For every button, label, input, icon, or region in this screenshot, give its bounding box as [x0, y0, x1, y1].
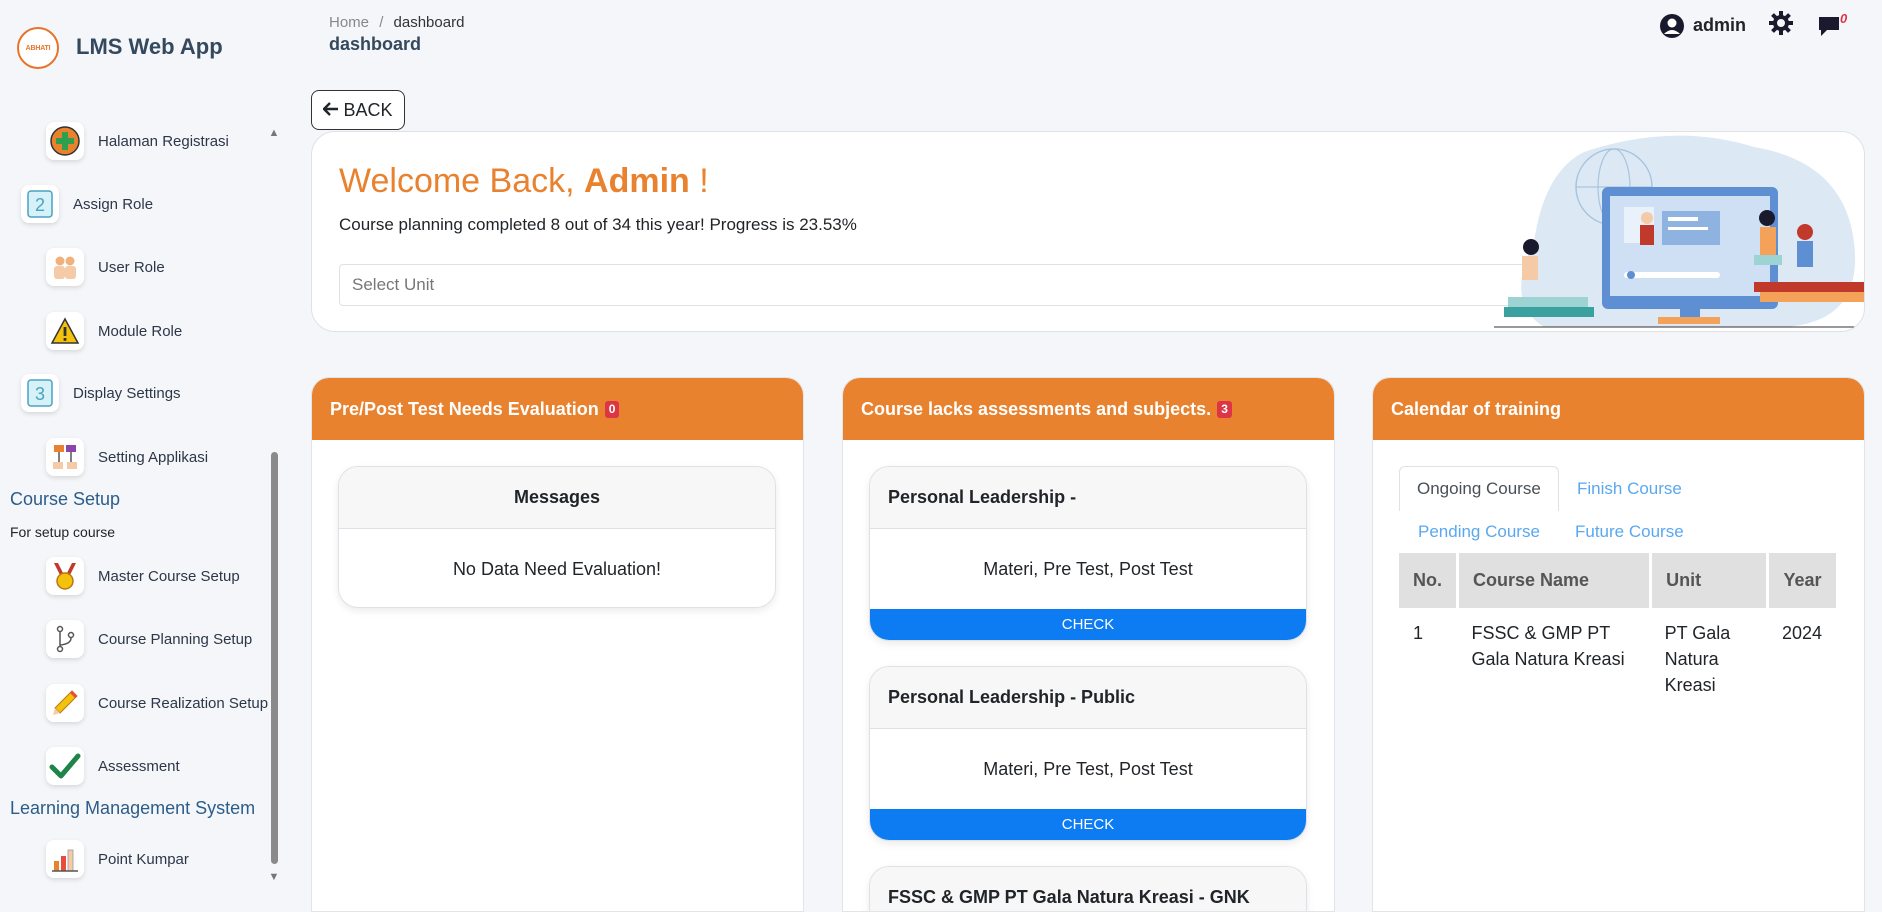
- welcome-heading: Welcome Back, Admin !: [339, 162, 709, 200]
- sidebar-item-assign-role[interactable]: 2 Assign Role: [21, 185, 153, 223]
- messages-card: Messages No Data Need Evaluation!: [338, 466, 776, 608]
- sidebar-item-setting-applikasi[interactable]: Setting Applikasi: [46, 438, 208, 476]
- training-calendar-table: No. Course Name Unit Year 1 FSSC & GMP P…: [1399, 553, 1836, 710]
- tab-finish-course[interactable]: Finish Course: [1577, 479, 1682, 499]
- top-right-toolbar: admin 0: [1659, 10, 1847, 41]
- sidebar-item-course-realization-setup[interactable]: Course Realization Setup: [46, 684, 268, 722]
- cell-year: 2024: [1781, 623, 1822, 643]
- app-title: LMS Web App: [76, 34, 223, 59]
- breadcrumb: Home / dashboard: [329, 14, 464, 31]
- section-title-lms: Learning Management System: [10, 798, 256, 818]
- pencil-icon: [46, 684, 84, 722]
- checkmark-icon: [46, 747, 84, 785]
- number-2-icon: 2: [21, 185, 59, 223]
- tab-future-course[interactable]: Future Course: [1575, 522, 1684, 542]
- sitemap-icon: [46, 438, 84, 476]
- notification-icon: [1819, 16, 1839, 36]
- tab-pending-course[interactable]: Pending Course: [1418, 522, 1540, 542]
- sidebar-item-assessment[interactable]: Assessment: [46, 747, 180, 785]
- column-header-year[interactable]: Year: [1767, 553, 1836, 608]
- sidebar-scrollbar[interactable]: [271, 452, 278, 864]
- e-learning-illustration: [1494, 135, 1864, 328]
- sidebar-item-course-planning-setup[interactable]: Course Planning Setup: [46, 620, 252, 658]
- breadcrumb-current: dashboard: [393, 14, 465, 31]
- branch-icon: [46, 620, 84, 658]
- cell-course-name: FSSC & GMP PT Gala Natura Kreasi: [1471, 623, 1625, 669]
- evaluation-panel: Pre/Post Test Needs Evaluation 0 Message…: [311, 377, 804, 912]
- warning-icon: [46, 312, 84, 350]
- arrow-left-icon: [322, 100, 339, 121]
- tab-ongoing-course[interactable]: Ongoing Course: [1399, 466, 1559, 511]
- breadcrumb-home-link[interactable]: Home: [329, 14, 369, 31]
- course-card-title: Personal Leadership - Public: [870, 667, 1306, 729]
- cell-unit: PT Gala Natura Kreasi: [1664, 623, 1731, 695]
- svg-text:3: 3: [35, 384, 45, 404]
- sidebar: ABHATI LMS Web App ▲ ▼ Halaman Registras…: [0, 0, 288, 912]
- course-lacks-panel-header: Course lacks assessments and subjects. 3: [843, 378, 1334, 440]
- column-header-course-name[interactable]: Course Name: [1457, 553, 1653, 608]
- cell-no: 1: [1413, 623, 1424, 643]
- course-card: Personal Leadership - Materi, Pre Test, …: [869, 466, 1307, 641]
- breadcrumb-separator: /: [379, 14, 384, 31]
- section-title-course-setup: Course Setup: [10, 489, 121, 509]
- sidebar-item-halaman-registrasi[interactable]: Halaman Registrasi: [46, 122, 229, 160]
- plus-circle-icon: [46, 122, 84, 160]
- notification-count: 0: [1840, 10, 1848, 26]
- course-card-title: FSSC & GMP PT Gala Natura Kreasi - GNK: [870, 867, 1306, 911]
- progress-text: Course planning completed 8 out of 34 th…: [339, 215, 857, 234]
- evaluation-panel-header: Pre/Post Test Needs Evaluation 0: [312, 378, 803, 440]
- number-3-icon: 3: [21, 374, 59, 412]
- course-lacks-count-badge: 3: [1217, 400, 1232, 418]
- evaluation-count-badge: 0: [604, 400, 620, 418]
- check-button[interactable]: CHECK: [870, 809, 1306, 840]
- course-card-title: Personal Leadership -: [870, 467, 1306, 529]
- calendar-panel-header: Calendar of training: [1373, 378, 1864, 440]
- welcome-card: Welcome Back, Admin ! Course planning co…: [311, 131, 1865, 332]
- column-header-unit[interactable]: Unit: [1650, 553, 1770, 608]
- back-button[interactable]: BACK: [311, 90, 405, 130]
- user-avatar-icon: [1659, 13, 1684, 38]
- sidebar-item-user-role[interactable]: User Role: [46, 248, 165, 286]
- medal-icon: [46, 557, 84, 595]
- course-lacks-panel: Course lacks assessments and subjects. 3…: [842, 377, 1335, 912]
- sidebar-item-master-course-setup[interactable]: Master Course Setup: [46, 557, 240, 595]
- messages-card-title: Messages: [339, 467, 775, 529]
- bar-chart-icon: [46, 840, 84, 878]
- calendar-panel: Calendar of training Ongoing Course Fini…: [1372, 377, 1865, 912]
- users-icon: [46, 248, 84, 286]
- column-header-no[interactable]: No.: [1399, 553, 1459, 608]
- course-card-body: Materi, Pre Test, Post Test: [983, 558, 1193, 579]
- username: admin: [1692, 15, 1746, 35]
- sidebar-item-display-settings[interactable]: 3 Display Settings: [21, 374, 181, 412]
- user-menu[interactable]: admin: [1659, 13, 1746, 39]
- table-row[interactable]: 1 FSSC & GMP PT Gala Natura Kreasi PT Ga…: [1399, 608, 1836, 710]
- notifications[interactable]: 0: [1816, 11, 1847, 39]
- sidebar-item-point-kumpar[interactable]: Point Kumpar: [46, 840, 189, 878]
- course-card: Personal Leadership - Public Materi, Pre…: [869, 666, 1307, 841]
- app-logo[interactable]: ABHATI: [17, 27, 59, 69]
- messages-card-body: No Data Need Evaluation!: [452, 558, 662, 579]
- table-header-row: No. Course Name Unit Year: [1399, 553, 1836, 608]
- back-button-label: BACK: [343, 99, 393, 120]
- check-button[interactable]: CHECK: [870, 609, 1306, 640]
- scroll-down-arrow-icon[interactable]: ▼: [268, 872, 280, 883]
- sidebar-item-module-role[interactable]: Module Role: [46, 312, 182, 350]
- scroll-up-arrow-icon[interactable]: ▲: [268, 128, 280, 139]
- svg-text:2: 2: [35, 195, 45, 215]
- course-card: FSSC & GMP PT Gala Natura Kreasi - GNK: [869, 866, 1307, 911]
- settings-gear-icon[interactable]: [1768, 10, 1794, 41]
- course-card-body: Materi, Pre Test, Post Test: [983, 758, 1193, 779]
- section-subtitle-course-setup: For setup course: [10, 524, 116, 540]
- page-title: dashboard: [329, 34, 422, 54]
